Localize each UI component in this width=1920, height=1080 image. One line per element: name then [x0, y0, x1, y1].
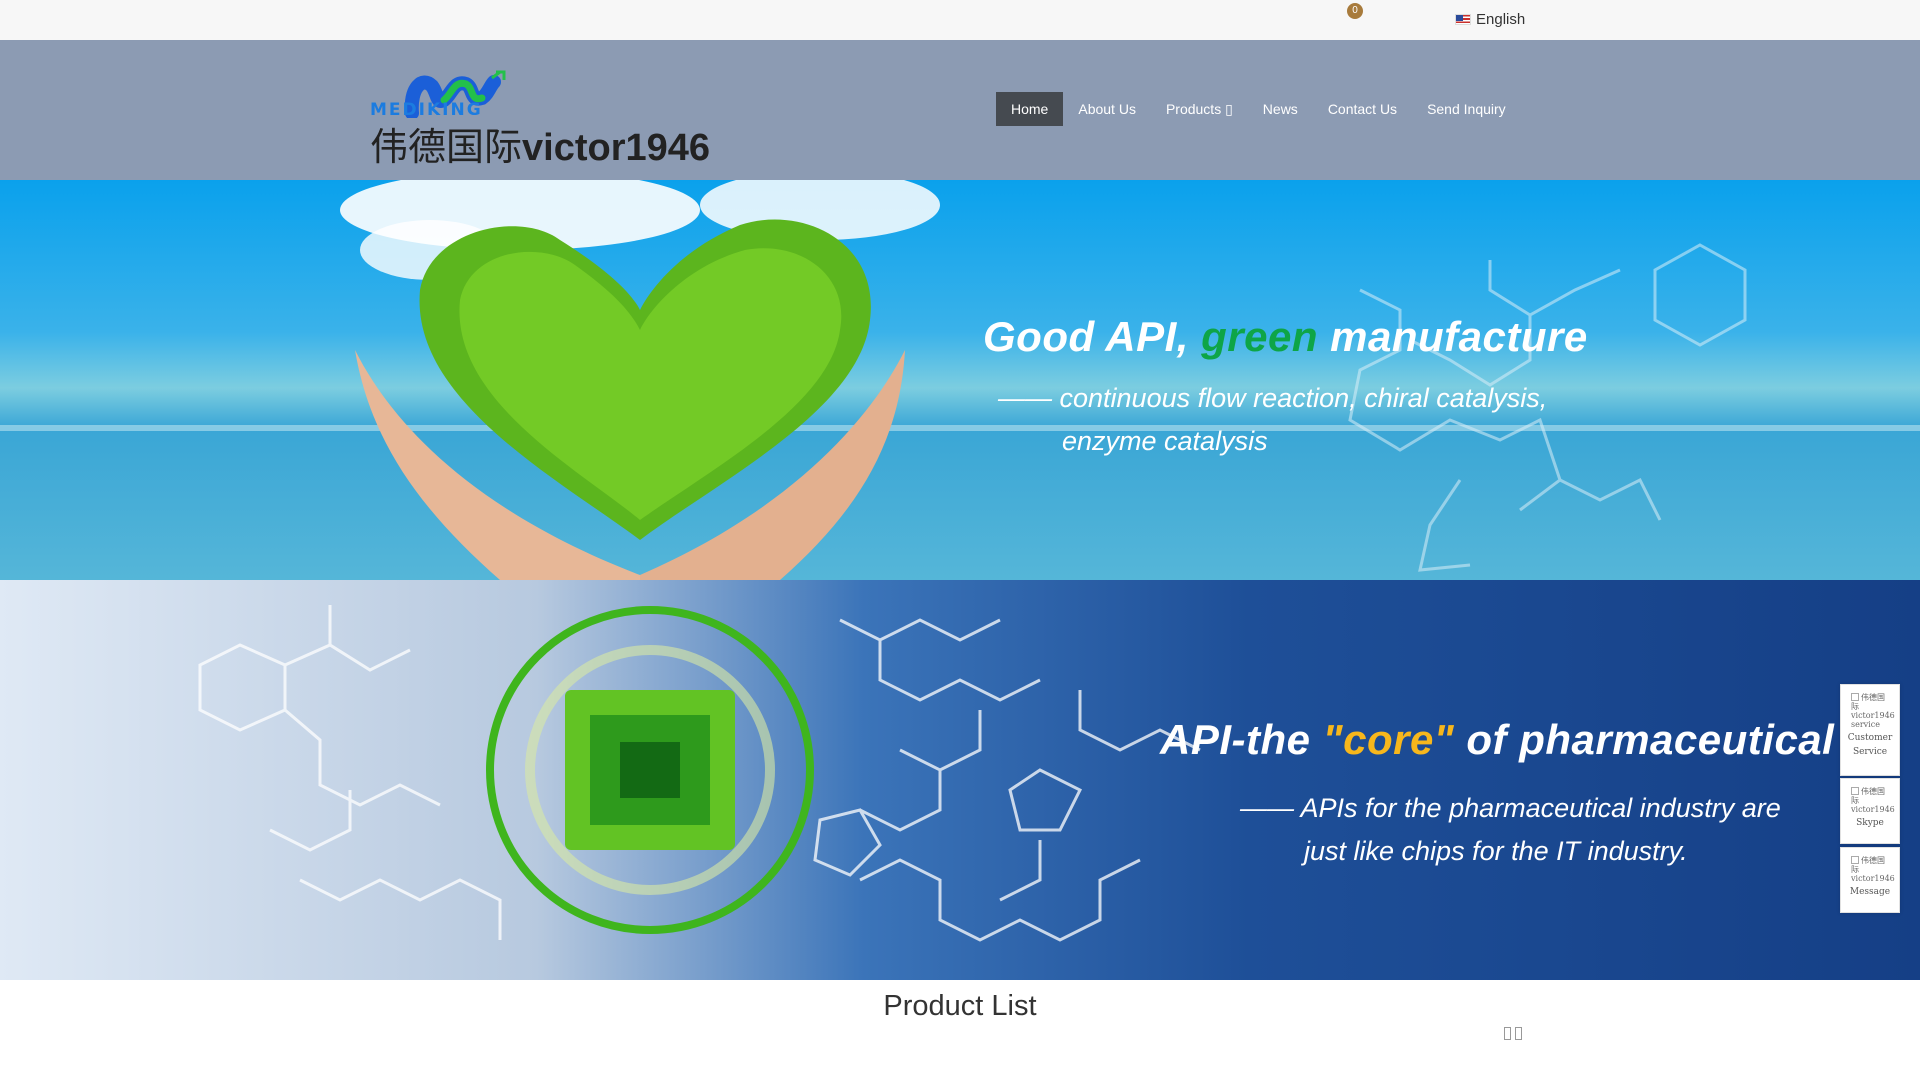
nav-send-inquiry[interactable]: Send Inquiry	[1412, 92, 1521, 126]
customer-service-image: 伟德国际victor1946 service	[1851, 693, 1895, 729]
nav-home[interactable]: Home	[996, 92, 1064, 126]
hero-banner-green-manufacture[interactable]: Good API, green manufacture —— continuou…	[0, 180, 1920, 580]
banner1-headline-part1: Good API,	[983, 313, 1202, 360]
broken-image-icon	[1851, 693, 1859, 701]
banner2-subtitle-line2: just like chips for the IT industry.	[1304, 836, 1688, 866]
language-selector[interactable]: English	[1455, 11, 1525, 28]
banner2-subtitle: —— APIs for the pharmaceutical industry …	[1240, 787, 1781, 873]
banner1-headline-part3: manufacture	[1317, 313, 1588, 360]
nav-contact-us[interactable]: Contact Us	[1313, 92, 1412, 126]
banner1-headline: Good API, green manufacture	[983, 313, 1588, 361]
skype-widget[interactable]: 伟德国际victor1946 Skype	[1840, 778, 1900, 844]
banner2-subtitle-line1: —— APIs for the pharmaceutical industry …	[1240, 793, 1781, 823]
customer-service-label: Customer Service	[1841, 731, 1899, 765]
skype-image: 伟德国际victor1946	[1851, 787, 1895, 814]
product-list-title: Product List	[883, 990, 1037, 1022]
message-image: 伟德国际victor1946	[1851, 856, 1895, 883]
banner1-headline-green: green	[1201, 313, 1318, 360]
nav-news[interactable]: News	[1248, 92, 1313, 126]
carousel-prev-icon[interactable]	[1504, 1027, 1511, 1040]
customer-service-widget[interactable]: 伟德国际victor1946 service Customer Service	[1840, 684, 1900, 776]
message-label: Message	[1849, 887, 1891, 897]
broken-image-icon	[1851, 856, 1859, 864]
banner2-headline: API-the "core" of pharmaceutical	[1160, 716, 1834, 764]
message-widget[interactable]: 伟德国际victor1946 Message	[1840, 847, 1900, 913]
site-name-en: victor1946	[522, 127, 711, 169]
banner1-subtitle-line1: —— continuous flow reaction, chiral cata…	[998, 383, 1548, 413]
customer-service-label-line2: Service	[1852, 747, 1888, 757]
clouds-and-sea-illustration	[0, 180, 1920, 580]
language-label: English	[1476, 11, 1526, 28]
broken-image-icon	[1851, 787, 1859, 795]
hero-banner-api-core[interactable]: API-the "core" of pharmaceutical —— APIs…	[0, 580, 1920, 980]
site-name[interactable]: 伟德国际victor1946	[370, 116, 710, 171]
carousel-next-icon[interactable]	[1515, 1027, 1522, 1040]
cart-count-badge[interactable]: 0	[1347, 3, 1363, 19]
site-header: MEDIKING 伟德国际victor1946 Home About Us Pr…	[0, 40, 1920, 180]
site-name-cn: 伟德国际	[370, 125, 523, 169]
banner2-headline-part1: API-the	[1160, 716, 1323, 763]
chip-and-molecule-illustration	[198, 605, 1201, 942]
customer-service-label-line1: Customer	[1847, 733, 1893, 743]
us-flag-icon	[1455, 14, 1471, 25]
nav-about-us[interactable]: About Us	[1063, 92, 1151, 126]
product-carousel-controls	[1504, 1027, 1522, 1040]
skype-label: Skype	[1856, 818, 1884, 828]
banner1-subtitle: —— continuous flow reaction, chiral cata…	[998, 377, 1547, 463]
banner2-headline-core: "core"	[1322, 716, 1455, 763]
banner2-headline-part3: of pharmaceutical	[1454, 716, 1835, 763]
top-bar: 0 English	[0, 0, 1920, 40]
nav-products[interactable]: Products ▯	[1151, 92, 1248, 126]
main-nav: Home About Us Products ▯ News Contact Us…	[996, 92, 1521, 126]
banner1-subtitle-line2: enzyme catalysis	[1062, 426, 1268, 456]
